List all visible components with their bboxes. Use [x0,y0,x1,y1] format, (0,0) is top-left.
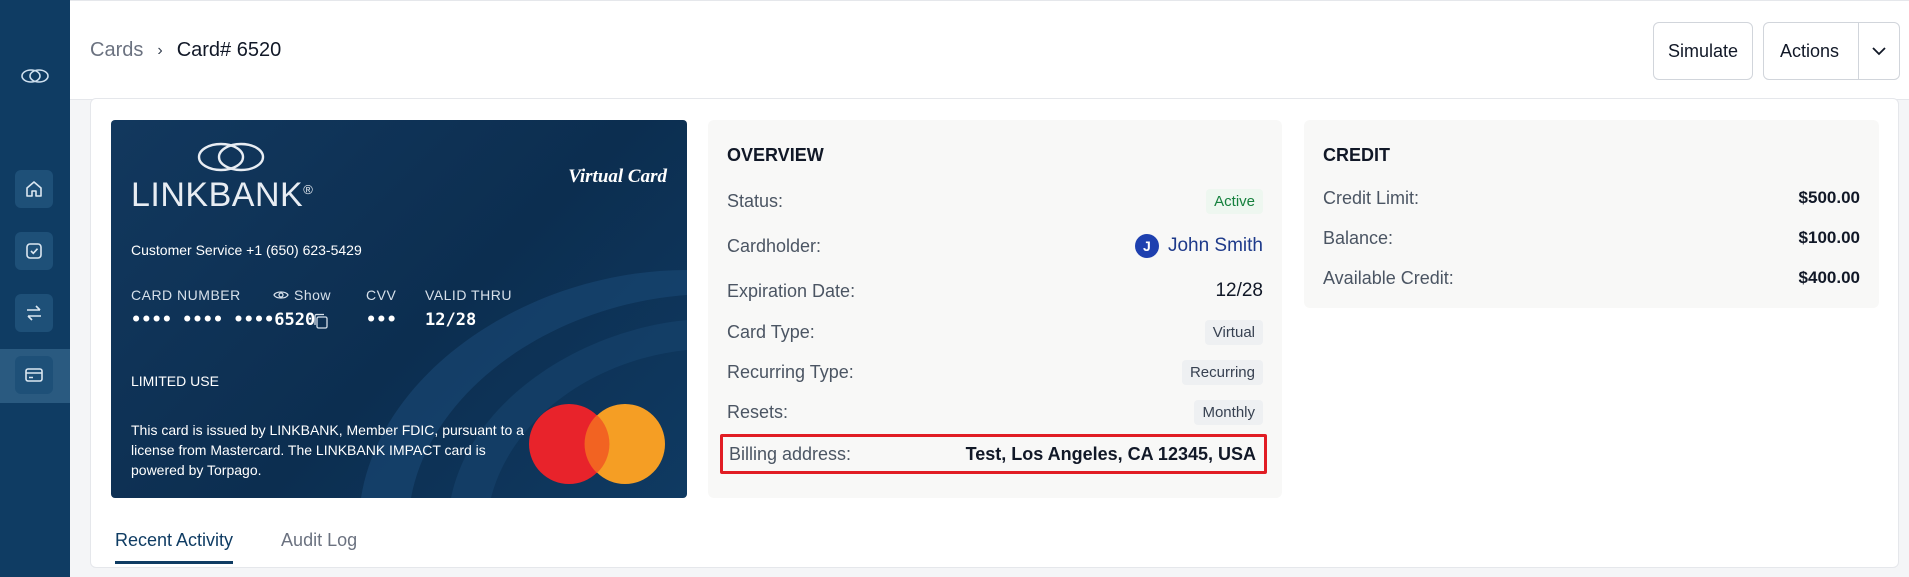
nav-tasks-button[interactable] [15,232,53,270]
tab-recent-activity[interactable]: Recent Activity [115,530,234,564]
balance-row: Balance: $100.00 [1323,222,1860,254]
recurring-label: Recurring Type: [727,361,854,382]
check-square-icon [26,243,42,259]
resets-badge: Monthly [1194,399,1263,425]
recurring-row: Recurring Type: Recurring [727,356,1263,388]
detail-tabs: Recent Activity Audit Log [115,530,405,564]
cardholder-link[interactable]: J John Smith [1134,234,1263,258]
split-divider [1858,23,1859,79]
card-type-label-text: Card Type: [727,321,815,342]
credit-limit-value: $500.00 [1798,188,1860,207]
page-title: Card# 6520 [176,39,282,61]
billing-label: Billing address: [729,443,852,464]
page-header: Cards › Card# 6520 Simulate Actions [70,0,1909,100]
cvv-masked: ••• [366,310,397,330]
brand-logo-icon [21,69,49,83]
expiration-label: Expiration Date: [727,280,856,301]
valid-thru-label: VALID THRU [425,287,512,303]
actions-button[interactable]: Actions [1763,22,1900,80]
status-badge: Active [1206,188,1263,214]
recurring-badge: Recurring [1181,359,1263,385]
sidebar [0,0,70,577]
card-type-row: Card Type: Virtual [727,316,1263,348]
card-type-badge: Virtual [1204,319,1263,345]
credit-limit-row: Credit Limit: $500.00 [1323,182,1860,214]
tab-audit-log[interactable]: Audit Log [281,530,357,564]
expiration-row: Expiration Date: 12/28 [727,275,1263,307]
breadcrumb: Cards › Card# 6520 [90,39,281,62]
valid-thru-value: 12/28 [425,310,477,330]
available-credit-row: Available Credit: $400.00 [1323,262,1860,294]
actions-label: Actions [1780,40,1840,61]
show-label: Show [294,287,332,303]
available-credit-value: $400.00 [1798,268,1860,287]
nav-transfers-button[interactable] [15,294,53,332]
simulate-button[interactable]: Simulate [1653,22,1753,80]
resets-label: Resets: [727,401,789,422]
cardholder-row: Cardholder: J John Smith [727,230,1263,262]
limited-use-text: LIMITED USE [131,373,219,389]
chevron-down-icon[interactable] [1870,42,1888,60]
cardholder-label: Cardholder: [727,235,822,256]
registered-mark: ® [303,182,314,197]
customer-service-text: Customer Service +1 (650) 623-5429 [131,242,362,258]
overview-title: OVERVIEW [727,145,824,165]
mastercard-logo-icon [529,404,665,484]
eye-icon [273,291,289,299]
transfer-arrows-icon [27,305,41,321]
virtual-card-visual: LINKBANK® Virtual Card Customer Service … [111,120,687,498]
expiration-value: 12/28 [1215,280,1263,301]
chevron-right-icon: › [157,41,163,59]
card-number-masked: •••• •••• ••••6520 [131,310,316,330]
balance-label: Balance: [1323,227,1394,248]
breadcrumb-cards-link[interactable]: Cards [90,39,143,62]
balance-value: $100.00 [1798,228,1860,247]
credit-card-icon [25,368,43,382]
nav-cards-button[interactable] [15,356,53,394]
status-label: Status: [727,190,784,211]
available-credit-label: Available Credit: [1323,267,1454,288]
card-type-label: Virtual Card [568,166,667,187]
billing-address-row: Billing address: Test, Los Angeles, CA 1… [720,434,1267,474]
card-legal-text: This card is issued by LINKBANK, Member … [131,422,524,478]
avatar: J [1134,234,1159,258]
nav-home-button[interactable] [15,170,53,208]
card-brand: LINKBANK® [131,176,313,215]
resets-row: Resets: Monthly [727,396,1263,428]
card-brand-text: LINKBANK [131,176,304,214]
show-number-toggle[interactable]: Show [273,287,331,303]
card-number-label: CARD NUMBER [131,287,241,303]
billing-value: Test, Los Angeles, CA 12345, USA [965,443,1256,464]
status-row: Status: Active [727,185,1263,217]
linkbank-rings-icon [197,142,265,172]
cardholder-name: John Smith [1167,235,1263,256]
credit-title: CREDIT [1323,145,1390,165]
credit-panel: CREDIT Credit Limit: $500.00 Balance: $1… [1304,120,1879,308]
credit-limit-label: Credit Limit: [1323,187,1420,208]
copy-icon[interactable] [313,313,329,330]
home-icon [26,181,42,197]
cvv-label: CVV [366,287,397,303]
app-root: Cards › Card# 6520 Simulate Actions LINK… [0,0,1909,577]
